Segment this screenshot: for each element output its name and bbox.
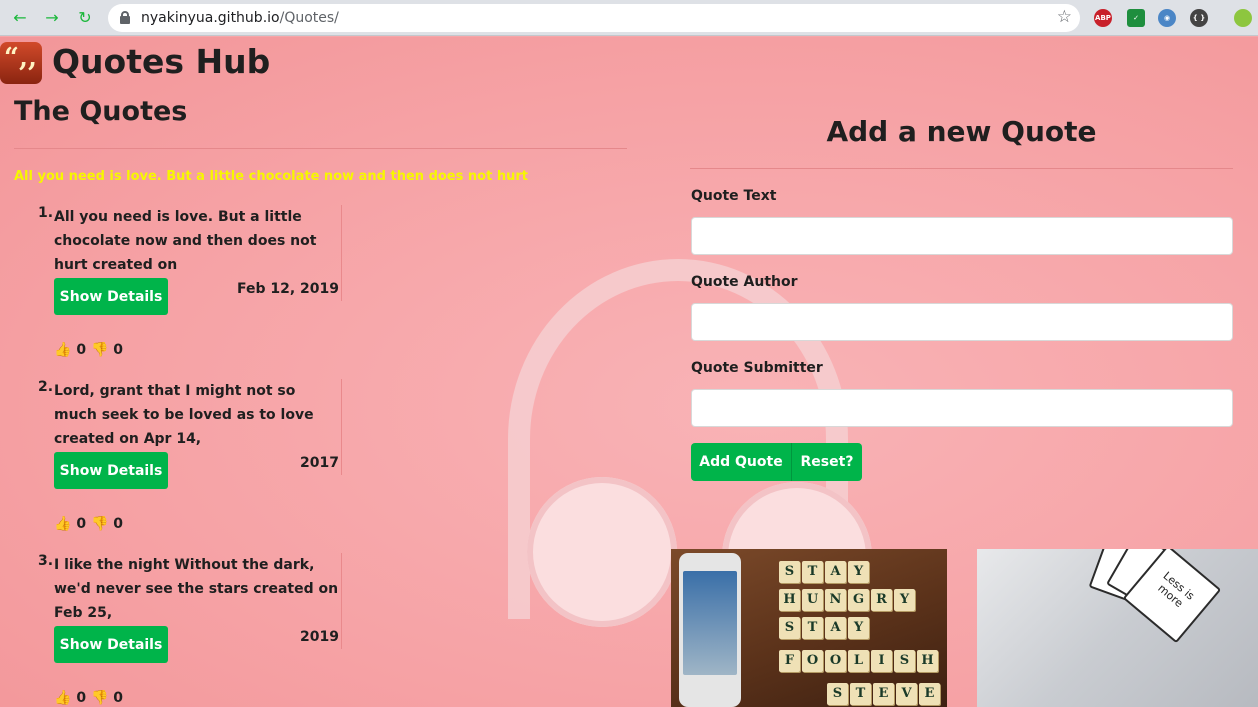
tile-row: STAY bbox=[779, 561, 869, 583]
vote-counts: 👍 0 👎 0 bbox=[54, 516, 123, 532]
scrabble-tile: S bbox=[827, 683, 848, 705]
page-content: “,, Quotes Hub The Quotes All you need i… bbox=[0, 37, 1258, 707]
quote-author-label: Quote Author bbox=[691, 274, 798, 290]
quotes-logo-icon: “,, bbox=[0, 42, 42, 84]
quote-submitter-input[interactable] bbox=[691, 389, 1233, 427]
scrabble-tile: I bbox=[871, 650, 892, 672]
adblock-extension-icon[interactable]: ABP bbox=[1094, 9, 1112, 27]
url-text: nyakinyua.github.io/Quotes/ bbox=[141, 10, 339, 26]
scrabble-tile: S bbox=[894, 650, 915, 672]
scrabble-tile: E bbox=[873, 683, 894, 705]
vote-counts: 👍 0 👎 0 bbox=[54, 342, 123, 358]
scrabble-tile: V bbox=[896, 683, 917, 705]
scrabble-tile: O bbox=[802, 650, 823, 672]
back-icon[interactable]: ← bbox=[10, 8, 30, 28]
phone-illustration bbox=[679, 553, 741, 707]
add-quote-button[interactable]: Add Quote bbox=[691, 443, 791, 481]
thumbs-down-icon[interactable]: 👎 bbox=[91, 342, 108, 358]
thumbs-up-icon[interactable]: 👍 bbox=[54, 342, 71, 358]
card-text: Less is more bbox=[1155, 569, 1197, 611]
reset-button[interactable]: Reset? bbox=[791, 443, 862, 481]
address-bar[interactable]: nyakinyua.github.io/Quotes/ ☆ bbox=[108, 4, 1080, 32]
divider bbox=[14, 148, 627, 149]
scrabble-tile: H bbox=[917, 650, 938, 672]
dev-extension-icon[interactable]: { } bbox=[1190, 9, 1208, 27]
scrabble-tile: O bbox=[825, 650, 846, 672]
scrabble-tile: A bbox=[825, 561, 846, 583]
scrabble-tile: T bbox=[802, 617, 823, 639]
headphone-cup-left bbox=[527, 477, 677, 627]
scrabble-tile: H bbox=[779, 589, 800, 611]
stay-hungry-image: STAY HUNGRY STAY FOOLISH STEVE bbox=[671, 549, 947, 707]
tile-row: HUNGRY bbox=[779, 589, 915, 611]
scrabble-tile: N bbox=[825, 589, 846, 611]
vote-counts: 👍 0 👎 0 bbox=[54, 690, 123, 706]
scrabble-tile: E bbox=[919, 683, 940, 705]
scrabble-tile: G bbox=[848, 589, 869, 611]
scrabble-tile: T bbox=[802, 561, 823, 583]
thumbs-down-icon[interactable]: 👎 bbox=[91, 690, 108, 706]
quote-number: 1. bbox=[38, 205, 54, 221]
thumbs-up-icon[interactable]: 👍 bbox=[54, 516, 71, 532]
bookmark-star-icon[interactable]: ☆ bbox=[1057, 7, 1072, 27]
quote-text-input[interactable] bbox=[691, 217, 1233, 255]
show-details-button[interactable]: Show Details bbox=[54, 452, 168, 489]
featured-quote: All you need is love. But a little choco… bbox=[14, 169, 528, 184]
lock-icon bbox=[120, 11, 130, 24]
tile-row: FOOLISH bbox=[779, 650, 938, 672]
form-title: Add a new Quote bbox=[826, 115, 1097, 148]
scrabble-tile: Y bbox=[894, 589, 915, 611]
quote-number: 2. bbox=[38, 379, 54, 395]
scrabble-tile: R bbox=[871, 589, 892, 611]
browser-toolbar: ← → ↻ nyakinyua.github.io/Quotes/ ☆ ABP … bbox=[0, 0, 1258, 36]
scrabble-tile: Y bbox=[848, 561, 869, 583]
tile-row: STEVE bbox=[827, 683, 940, 705]
forward-icon[interactable]: → bbox=[42, 8, 62, 28]
scrabble-tile: Y bbox=[848, 617, 869, 639]
quote-number: 3. bbox=[38, 553, 54, 569]
less-is-more-image: Less is more bbox=[977, 549, 1258, 707]
thumbs-up-icon[interactable]: 👍 bbox=[54, 690, 71, 706]
show-details-button[interactable]: Show Details bbox=[54, 626, 168, 663]
circle-extension-icon[interactable]: ◉ bbox=[1158, 9, 1176, 27]
scrabble-tile: S bbox=[779, 617, 800, 639]
reload-icon[interactable]: ↻ bbox=[75, 8, 95, 28]
thumbs-down-icon[interactable]: 👎 bbox=[91, 516, 108, 532]
quote-author-input[interactable] bbox=[691, 303, 1233, 341]
quotes-section-title: The Quotes bbox=[14, 96, 188, 127]
quote-text-label: Quote Text bbox=[691, 188, 777, 204]
scrabble-tile: A bbox=[825, 617, 846, 639]
scrabble-tile: L bbox=[848, 650, 869, 672]
show-details-button[interactable]: Show Details bbox=[54, 278, 168, 315]
scrabble-tile: S bbox=[779, 561, 800, 583]
quote-submitter-label: Quote Submitter bbox=[691, 360, 823, 376]
shield-extension-icon[interactable]: ✓ bbox=[1127, 9, 1145, 27]
divider bbox=[690, 168, 1233, 169]
scrabble-tile: T bbox=[850, 683, 871, 705]
scrabble-tile: U bbox=[802, 589, 823, 611]
scrabble-tile: F bbox=[779, 650, 800, 672]
site-title: Quotes Hub bbox=[52, 42, 271, 81]
tile-row: STAY bbox=[779, 617, 869, 639]
profile-avatar-icon[interactable] bbox=[1234, 9, 1252, 27]
